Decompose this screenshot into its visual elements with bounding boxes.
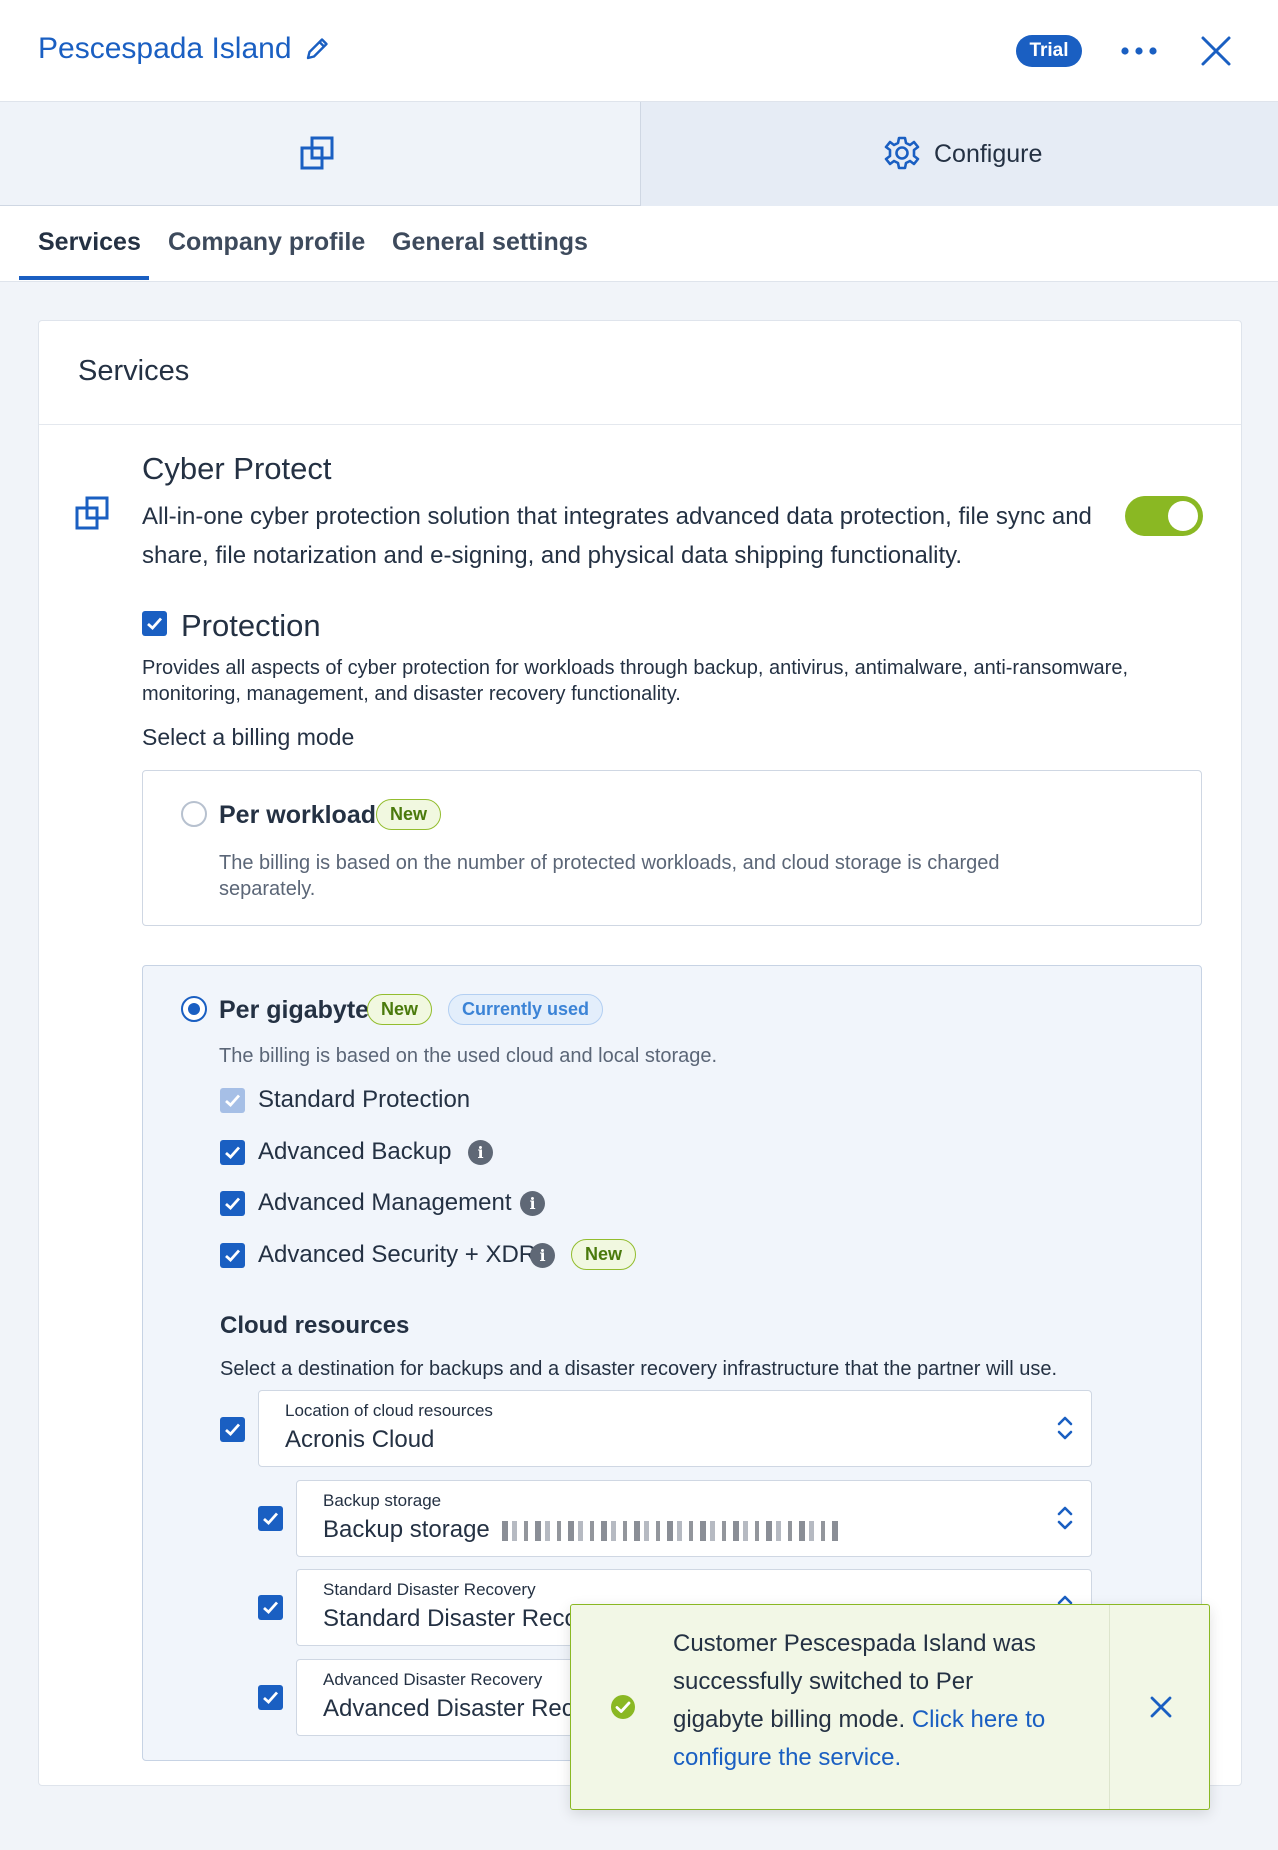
success-check-icon bbox=[611, 1695, 635, 1719]
toast-divider bbox=[1109, 1605, 1110, 1809]
backup-storage-select[interactable]: Backup storage Backup storage bbox=[296, 1480, 1092, 1557]
more-horizontal-icon[interactable] bbox=[1118, 36, 1160, 66]
per-workload-option[interactable]: Per workload New The billing is based on… bbox=[142, 770, 1202, 926]
redacted-text bbox=[501, 1520, 842, 1541]
per-gigabyte-title: Per gigabyte bbox=[219, 996, 370, 1024]
advanced-management-checkbox[interactable] bbox=[220, 1191, 245, 1216]
cyber-protect-icon bbox=[300, 136, 334, 170]
success-toast: Customer Pescespada Island was successfu… bbox=[570, 1604, 1210, 1810]
pencil-icon[interactable] bbox=[302, 34, 332, 64]
standard-protection-label: Standard Protection bbox=[258, 1086, 471, 1113]
cyber-protect-toggle[interactable] bbox=[1125, 496, 1203, 536]
backup-storage-value: Backup storage bbox=[323, 1516, 842, 1544]
tab-company-profile[interactable]: Company profile bbox=[168, 228, 365, 257]
standard-dr-value: Standard Disaster Reco bbox=[323, 1605, 578, 1632]
new-badge: New bbox=[376, 799, 442, 830]
advanced-security-xdr-checkbox[interactable] bbox=[220, 1243, 245, 1268]
tab-general-settings[interactable]: General settings bbox=[392, 228, 588, 257]
per-workload-radio[interactable] bbox=[181, 801, 207, 827]
advanced-backup-checkbox[interactable] bbox=[220, 1140, 245, 1165]
toast-message: Customer Pescespada Island was successfu… bbox=[673, 1625, 1053, 1777]
standard-protection-checkbox bbox=[220, 1088, 245, 1113]
advanced-dr-label: Advanced Disaster Recovery bbox=[323, 1670, 543, 1689]
cloud-resources-title: Cloud resources bbox=[220, 1312, 410, 1339]
cyber-protect-description: All-in-one cyber protection solution tha… bbox=[142, 503, 1092, 569]
cyber-protect-title: Cyber Protect bbox=[142, 451, 332, 486]
backup-storage-label: Backup storage bbox=[323, 1491, 442, 1510]
backup-storage-value-text: Backup storage bbox=[323, 1516, 490, 1543]
services-title: Services bbox=[78, 355, 190, 387]
sub-tab-bar: Services Company profile General setting… bbox=[0, 206, 1278, 282]
cyber-protect-icon bbox=[75, 496, 109, 530]
cloud-resources-description: Select a destination for backups and a d… bbox=[220, 1358, 1058, 1380]
per-workload-description: The billing is based on the number of pr… bbox=[219, 852, 1000, 900]
info-icon[interactable]: i bbox=[520, 1191, 545, 1216]
advanced-security-xdr-label: Advanced Security + XDR bbox=[258, 1241, 537, 1268]
tab-configure[interactable]: Configure bbox=[641, 102, 1278, 206]
per-workload-title: Per workload bbox=[219, 801, 376, 829]
per-gigabyte-radio[interactable] bbox=[181, 996, 207, 1022]
top-tab-bar: Configure bbox=[0, 102, 1278, 206]
advanced-management-label: Advanced Management bbox=[258, 1189, 512, 1216]
billing-mode-label: Select a billing mode bbox=[142, 724, 355, 750]
tab-services[interactable]: Services bbox=[38, 228, 141, 257]
location-checkbox[interactable] bbox=[220, 1417, 245, 1442]
advanced-dr-checkbox[interactable] bbox=[258, 1685, 283, 1710]
customer-title: Pescespada Island bbox=[38, 32, 292, 65]
new-badge: New bbox=[571, 1239, 637, 1270]
configure-label: Configure bbox=[934, 140, 1043, 168]
new-badge: New bbox=[367, 994, 433, 1025]
info-icon[interactable]: i bbox=[468, 1140, 493, 1165]
advanced-backup-label: Advanced Backup bbox=[258, 1138, 452, 1165]
location-select[interactable]: Location of cloud resources Acronis Clou… bbox=[258, 1390, 1092, 1467]
backup-storage-checkbox[interactable] bbox=[258, 1506, 283, 1531]
protection-description: Provides all aspects of cyber protection… bbox=[142, 657, 1129, 705]
currently-used-badge: Currently used bbox=[448, 994, 604, 1025]
per-gigabyte-description: The billing is based on the used cloud a… bbox=[219, 1045, 718, 1067]
location-label: Location of cloud resources bbox=[285, 1401, 493, 1420]
location-value: Acronis Cloud bbox=[285, 1426, 435, 1453]
tab-overview[interactable] bbox=[0, 102, 641, 206]
panel-header: Pescespada Island Trial bbox=[0, 0, 1278, 102]
chevron-up-down-icon bbox=[1057, 1506, 1073, 1530]
protection-checkbox[interactable] bbox=[142, 611, 167, 636]
info-icon[interactable]: i bbox=[530, 1243, 555, 1268]
standard-dr-checkbox[interactable] bbox=[258, 1595, 283, 1620]
active-tab-indicator bbox=[19, 276, 149, 280]
close-icon[interactable] bbox=[1147, 1693, 1175, 1721]
gear-icon bbox=[884, 136, 920, 170]
advanced-dr-value: Advanced Disaster Reco bbox=[323, 1695, 588, 1722]
protection-label: Protection bbox=[181, 608, 321, 643]
divider bbox=[39, 424, 1241, 425]
chevron-up-down-icon bbox=[1057, 1416, 1073, 1440]
standard-dr-label: Standard Disaster Recovery bbox=[323, 1580, 536, 1599]
trial-badge: Trial bbox=[1016, 35, 1082, 67]
close-icon[interactable] bbox=[1198, 33, 1234, 69]
services-card: Services Cyber Protect All-in-one cyber … bbox=[38, 320, 1242, 1786]
